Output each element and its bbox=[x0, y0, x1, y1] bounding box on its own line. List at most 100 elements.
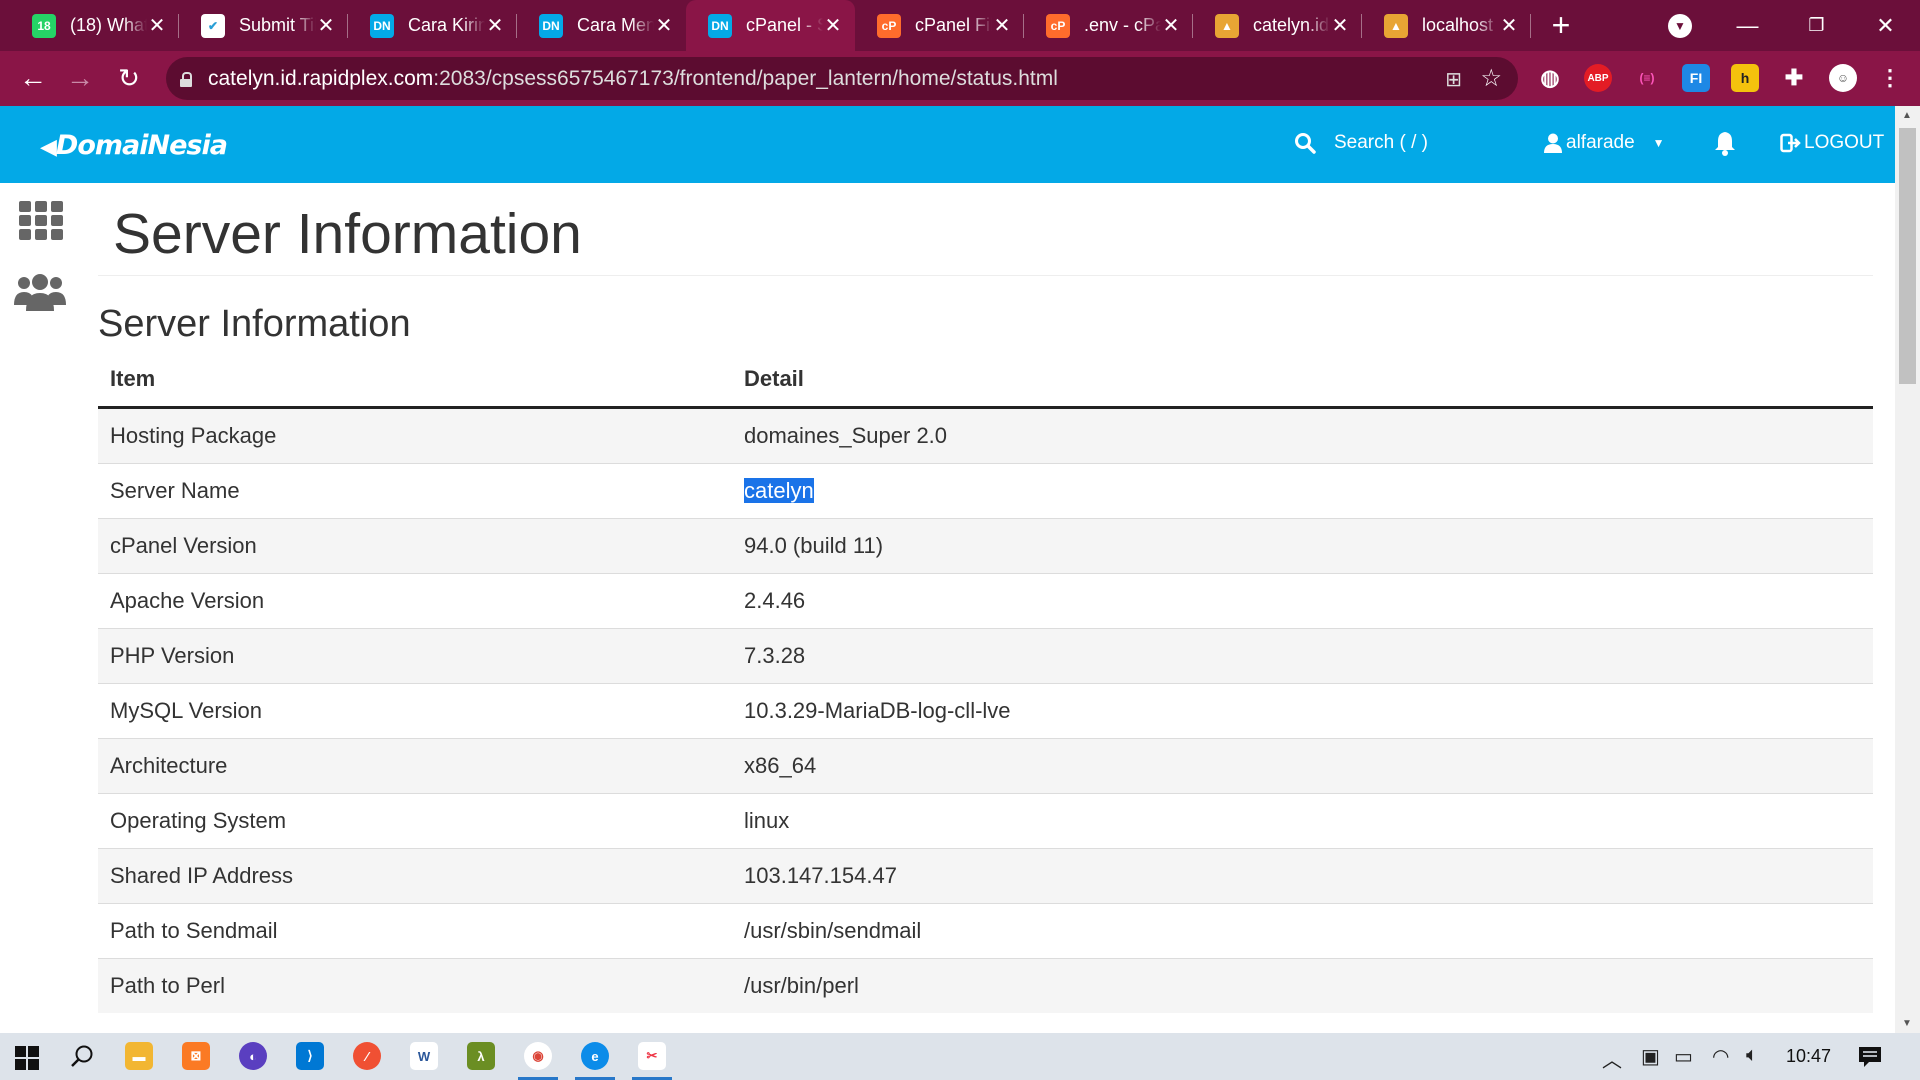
tab-title: Cara Mengganti bbox=[577, 15, 654, 35]
adblock-extension-icon[interactable]: ABP bbox=[1584, 64, 1612, 92]
header-search[interactable]: Search ( / ) bbox=[1294, 132, 1428, 154]
column-header-detail: Detail bbox=[732, 351, 1873, 409]
windows-start-icon[interactable] bbox=[15, 1046, 39, 1070]
cpanel-sidebar bbox=[0, 183, 76, 1033]
tab-title: localhost bbox=[1422, 15, 1494, 35]
row-item-cell: Path to Perl bbox=[98, 958, 732, 1013]
row-detail-cell: linux bbox=[732, 793, 1873, 849]
domainesia-logo[interactable]: ◀DomaiNesia bbox=[40, 130, 228, 161]
scroll-up-arrow-icon[interactable]: ▲ bbox=[1902, 110, 1912, 121]
chrome-icon[interactable]: ◉ bbox=[524, 1042, 552, 1070]
logout-button[interactable]: LOGOUT bbox=[1780, 132, 1884, 154]
close-tab-icon[interactable]: ✕ bbox=[1330, 13, 1350, 38]
row-detail-cell: 2.4.46 bbox=[732, 573, 1873, 629]
tray-overflow-chevron-icon[interactable]: ︿ bbox=[1602, 1044, 1622, 1073]
code-extension-icon[interactable]: (≡) bbox=[1633, 64, 1661, 92]
tab-search-icon[interactable]: ▼ bbox=[1668, 14, 1692, 38]
address-bar[interactable]: catelyn.id.rapidplex.com:2083/cpsess6575… bbox=[166, 57, 1518, 100]
telegram-icon: ✔ bbox=[201, 13, 225, 38]
close-tab-icon[interactable]: ✕ bbox=[654, 13, 674, 38]
close-window-button[interactable]: ✕ bbox=[1851, 0, 1920, 51]
browser-tab[interactable]: cP cPanel File Manager✕ bbox=[855, 0, 1024, 51]
tab-title: Submit Tiket bbox=[239, 15, 316, 35]
reload-icon[interactable]: ↻ bbox=[114, 63, 144, 93]
browser-tab[interactable]: cP .env - cPanel✕ bbox=[1024, 0, 1193, 51]
scroll-down-arrow-icon[interactable]: ▼ bbox=[1902, 1018, 1912, 1029]
vscode-icon[interactable]: ⟩ bbox=[296, 1042, 324, 1070]
row-item-cell: Apache Version bbox=[98, 573, 732, 629]
apps-grid-icon[interactable] bbox=[19, 201, 63, 241]
url-host: catelyn.id.rapidplex.com bbox=[208, 66, 434, 90]
lambda-app-icon[interactable]: λ bbox=[467, 1042, 495, 1070]
row-detail-value: 94.0 (build 11) bbox=[744, 533, 884, 558]
clock-time[interactable]: 10:47 bbox=[1786, 1046, 1831, 1067]
profile-avatar[interactable]: ☺ bbox=[1829, 64, 1857, 92]
browser-tab[interactable]: ▲ localhost ✕ bbox=[1362, 0, 1531, 51]
meet-now-icon[interactable]: ▣ bbox=[1641, 1044, 1660, 1069]
row-detail-cell: /usr/sbin/sendmail bbox=[732, 903, 1873, 959]
edge-icon[interactable]: e bbox=[581, 1042, 609, 1070]
row-detail-cell: catelyn bbox=[732, 463, 1873, 519]
wifi-icon[interactable]: ◠ bbox=[1712, 1044, 1729, 1069]
close-tab-icon[interactable]: ✕ bbox=[485, 13, 505, 38]
ruler-extension-icon[interactable]: h bbox=[1731, 64, 1759, 92]
windows-search-icon[interactable] bbox=[70, 1045, 94, 1069]
close-tab-icon[interactable]: ✕ bbox=[147, 13, 167, 38]
cpanel-header: ◀DomaiNesia Search ( / ) alfarade ▼ LOGO… bbox=[0, 106, 1895, 183]
browser-tab[interactable]: DN Cara Kirim ✕ bbox=[348, 0, 517, 51]
volume-icon[interactable]: 🔈︎ bbox=[1746, 1044, 1758, 1067]
notification-center-icon[interactable] bbox=[1858, 1045, 1882, 1069]
firefox-dev-icon[interactable]: ◐ bbox=[239, 1042, 267, 1070]
close-tab-icon[interactable]: ✕ bbox=[1161, 13, 1181, 38]
whatsapp-icon: 18 bbox=[32, 13, 56, 38]
sublime-icon[interactable]: ∕ bbox=[353, 1042, 381, 1070]
minimize-button[interactable]: — bbox=[1713, 0, 1782, 51]
browser-menu-icon[interactable]: ⋮ bbox=[1876, 64, 1904, 92]
users-group-icon[interactable] bbox=[14, 273, 66, 313]
logout-icon bbox=[1780, 133, 1801, 153]
globe-extension-icon[interactable]: ◍ bbox=[1536, 64, 1564, 92]
new-tab-button[interactable]: + bbox=[1531, 0, 1591, 51]
browser-tab[interactable]: DN cPanel - Server✕ bbox=[686, 0, 855, 51]
word-icon[interactable]: W bbox=[410, 1042, 438, 1070]
cpanel-icon: cP bbox=[1046, 13, 1070, 38]
row-detail-value: x86_64 bbox=[744, 753, 817, 778]
browser-tab-strip: 18(18) WhatsApp✕✔Submit Tiket✕DNCara Kir… bbox=[0, 0, 1920, 51]
close-tab-icon[interactable]: ✕ bbox=[823, 13, 843, 38]
translate-icon[interactable]: ⊞ bbox=[1445, 67, 1462, 92]
snipping-tool-icon[interactable]: ✂ bbox=[638, 1042, 666, 1070]
close-tab-icon[interactable]: ✕ bbox=[1499, 13, 1519, 38]
close-tab-icon[interactable]: ✕ bbox=[992, 13, 1012, 38]
tab-title: cPanel - Server bbox=[746, 15, 823, 35]
user-menu[interactable]: alfarade ▼ bbox=[1544, 132, 1665, 154]
logout-label: LOGOUT bbox=[1804, 132, 1885, 153]
row-detail-value: 10.3.29-MariaDB-log-cll-lve bbox=[744, 698, 1011, 723]
browser-tab[interactable]: ✔ Submit Tiket✕ bbox=[179, 0, 348, 51]
section-title: Server Information bbox=[98, 303, 411, 345]
row-detail-cell: 7.3.28 bbox=[732, 628, 1873, 684]
browser-tab[interactable]: 18 (18) WhatsApp✕ bbox=[10, 0, 179, 51]
back-icon[interactable]: ← bbox=[18, 62, 48, 93]
tab-title: cPanel File Manager bbox=[915, 15, 992, 35]
phpmyadmin-icon: ▲ bbox=[1384, 13, 1408, 38]
domainesia-icon: DN bbox=[708, 13, 732, 38]
notifications-bell-icon[interactable] bbox=[1714, 130, 1736, 161]
scrollbar-thumb[interactable] bbox=[1899, 128, 1916, 384]
file-explorer-icon[interactable]: ▬ bbox=[125, 1042, 153, 1070]
forward-icon[interactable]: → bbox=[65, 62, 95, 93]
fi-extension-icon[interactable]: FI bbox=[1682, 64, 1710, 92]
battery-icon[interactable]: ▭ bbox=[1674, 1044, 1693, 1069]
close-tab-icon[interactable]: ✕ bbox=[316, 13, 336, 38]
browser-tab[interactable]: ▲ catelyn.id ✕ bbox=[1193, 0, 1362, 51]
browser-tab[interactable]: DN Cara Mengganti✕ bbox=[517, 0, 686, 51]
bookmark-star-icon[interactable]: ☆ bbox=[1480, 64, 1502, 93]
row-item-cell: Hosting Package bbox=[98, 407, 732, 464]
restore-button[interactable]: ❐ bbox=[1782, 0, 1851, 51]
extensions-puzzle-icon[interactable]: ✚ bbox=[1780, 64, 1808, 92]
page-title: Server Information bbox=[113, 202, 582, 266]
vertical-scrollbar[interactable]: ▲ ▼ bbox=[1895, 106, 1920, 1033]
user-icon bbox=[1544, 133, 1562, 153]
tab-list: 18(18) WhatsApp✕✔Submit Tiket✕DNCara Kir… bbox=[10, 0, 1531, 51]
search-label: Search ( / ) bbox=[1334, 132, 1428, 153]
xampp-icon[interactable]: ⊠ bbox=[182, 1042, 210, 1070]
